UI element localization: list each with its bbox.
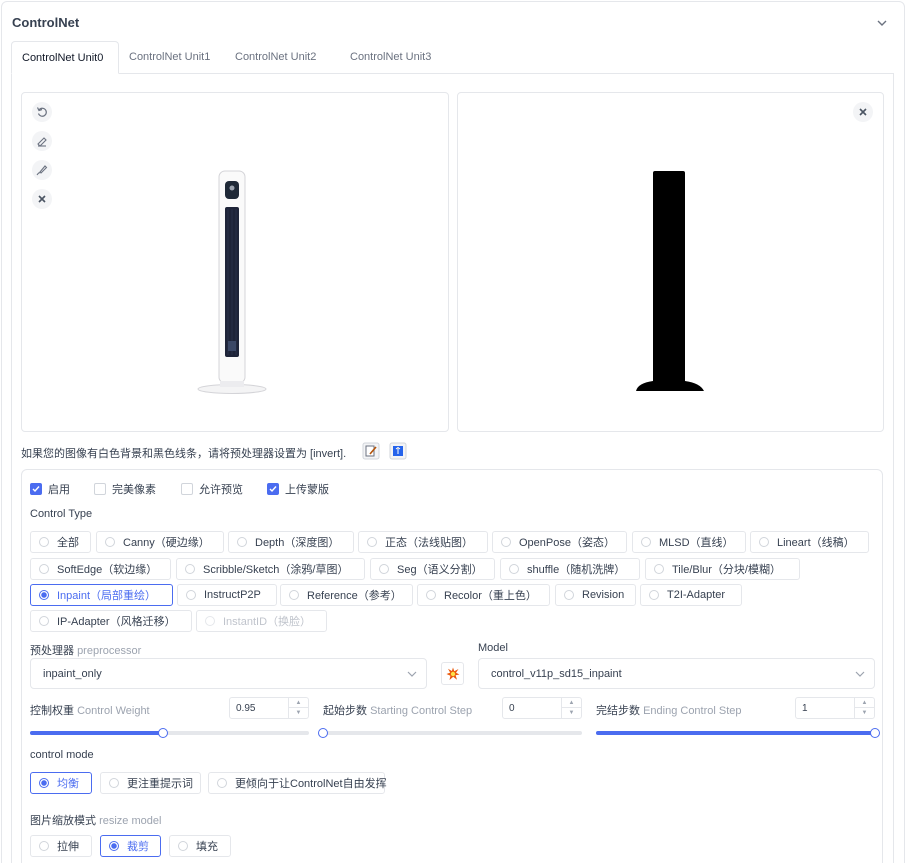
model-select[interactable]: control_v11p_sd15_inpaint — [478, 658, 875, 689]
control-type-option[interactable]: Seg（语义分割） — [370, 558, 495, 580]
brush-icon[interactable] — [32, 160, 52, 180]
weight-slider[interactable] — [30, 728, 309, 738]
start-step-slider[interactable] — [318, 728, 582, 738]
weight-slider-thumb[interactable] — [157, 728, 168, 738]
control-type-option[interactable]: IP-Adapter（风格迁移） — [30, 610, 192, 632]
start-step-input[interactable]: 0 ▲ ▼ — [502, 697, 582, 719]
control-type-option-disabled: InstantID（换脸） — [196, 610, 327, 632]
control-type-option-selected[interactable]: Inpaint（局部重绘） — [30, 584, 173, 606]
invert-hint: 如果您的图像有白色背景和黑色线条，请将预处理器设置为 [invert]. — [21, 448, 347, 460]
end-step-slider-fill — [596, 731, 875, 735]
enable-checkbox[interactable]: 启用 — [30, 481, 70, 497]
control-type-option[interactable]: shuffle（随机洗牌） — [500, 558, 640, 580]
control-type-option[interactable]: InstructP2P — [177, 584, 277, 606]
control-mode-label: control mode — [30, 749, 94, 761]
preprocessor-value: inpaint_only — [43, 667, 102, 680]
control-type-option[interactable]: Tile/Blur（分块/模糊） — [645, 558, 800, 580]
tab-unit0[interactable]: ControlNet Unit0 — [11, 41, 119, 74]
upload-icon[interactable] — [389, 442, 407, 460]
edit-icon[interactable] — [362, 442, 380, 460]
run-preprocessor-button[interactable] — [441, 662, 464, 685]
control-type-option[interactable]: Lineart（线稿） — [750, 531, 869, 553]
control-type-option[interactable]: Recolor（重上色） — [417, 584, 550, 606]
allow-preview-label: 允许预览 — [199, 484, 243, 496]
close-icon[interactable] — [32, 189, 52, 209]
control-type-option[interactable]: MLSD（直线） — [632, 531, 746, 553]
preprocessor-select[interactable]: inpaint_only — [30, 658, 427, 689]
resize-mode-fill[interactable]: 填充 — [169, 835, 231, 857]
control-mode-controlnet[interactable]: 更倾向于让ControlNet自由发挥 — [208, 772, 387, 794]
weight-input[interactable]: 0.95 ▲ ▼ — [229, 697, 309, 719]
control-type-option[interactable]: Depth（深度图） — [228, 531, 354, 553]
mask-silhouette-image — [636, 171, 704, 391]
end-step-slider-thumb[interactable] — [870, 728, 880, 738]
start-step-label: 起始步数 Starting Control Step — [323, 705, 473, 717]
control-mode-prompt[interactable]: 更注重提示词 — [100, 772, 201, 794]
control-type-label: Control Type — [30, 508, 93, 520]
resize-mode-label: 图片缩放模式 resize model — [30, 815, 162, 827]
upload-mask-checkbox[interactable]: 上传蒙版 — [267, 481, 329, 497]
chevron-down-icon — [407, 671, 417, 677]
mask-preview-canvas — [457, 92, 884, 432]
end-step-slider[interactable] — [596, 728, 880, 738]
resize-mode-stretch[interactable]: 拉伸 — [30, 835, 92, 857]
enable-label: 启用 — [48, 484, 70, 496]
chevron-down-icon — [855, 671, 865, 677]
undo-icon[interactable] — [32, 102, 52, 122]
panel-title: ControlNet — [12, 15, 80, 30]
close-preview-icon[interactable] — [853, 102, 873, 122]
check-icon — [267, 483, 279, 495]
end-step-input[interactable]: 1 ▲ ▼ — [795, 697, 875, 719]
end-step-stepper[interactable]: ▲ ▼ — [854, 698, 874, 718]
weight-label: 控制权重 Control Weight — [30, 705, 150, 717]
control-type-option[interactable]: 正态（法线贴图） — [358, 531, 488, 553]
weight-stepper[interactable]: ▲ ▼ — [288, 698, 308, 718]
pixel-perfect-label: 完美像素 — [112, 484, 156, 496]
preprocessor-label: 预处理器 preprocessor — [30, 645, 142, 657]
eraser-icon[interactable] — [32, 131, 52, 151]
pixel-perfect-checkbox[interactable]: 完美像素 — [94, 481, 156, 497]
tower-fan-image — [197, 170, 267, 394]
allow-preview-checkbox[interactable]: 允许预览 — [181, 481, 243, 497]
control-type-option[interactable]: Revision — [555, 584, 636, 606]
resize-mode-crop[interactable]: 裁剪 — [100, 835, 161, 857]
model-label: Model — [478, 642, 508, 654]
tab-unit2[interactable]: ControlNet Unit2 — [225, 41, 326, 74]
control-type-option[interactable]: OpenPose（姿态） — [492, 531, 627, 553]
start-step-stepper[interactable]: ▲ ▼ — [561, 698, 581, 718]
control-type-option[interactable]: Canny（硬边缘） — [96, 531, 224, 553]
control-type-option[interactable]: 全部 — [30, 531, 91, 553]
control-type-option[interactable]: SoftEdge（软边缘） — [30, 558, 171, 580]
control-type-option[interactable]: Scribble/Sketch（涂鸦/草图） — [176, 558, 365, 580]
control-type-option[interactable]: T2I-Adapter — [640, 584, 742, 606]
explosion-icon — [446, 667, 459, 680]
model-value: control_v11p_sd15_inpaint — [491, 667, 622, 680]
upload-mask-label: 上传蒙版 — [285, 484, 329, 496]
start-step-slider-thumb[interactable] — [318, 728, 328, 738]
check-icon — [30, 483, 42, 495]
control-type-option[interactable]: Reference（参考） — [280, 584, 413, 606]
tab-unit3[interactable]: ControlNet Unit3 — [340, 41, 441, 74]
input-image-canvas[interactable] — [21, 92, 449, 432]
control-mode-balanced[interactable]: 均衡 — [30, 772, 92, 794]
end-step-label: 完结步数 Ending Control Step — [596, 705, 742, 717]
chevron-down-icon[interactable] — [875, 16, 889, 30]
weight-slider-fill — [30, 731, 163, 735]
tab-unit1[interactable]: ControlNet Unit1 — [119, 41, 220, 74]
